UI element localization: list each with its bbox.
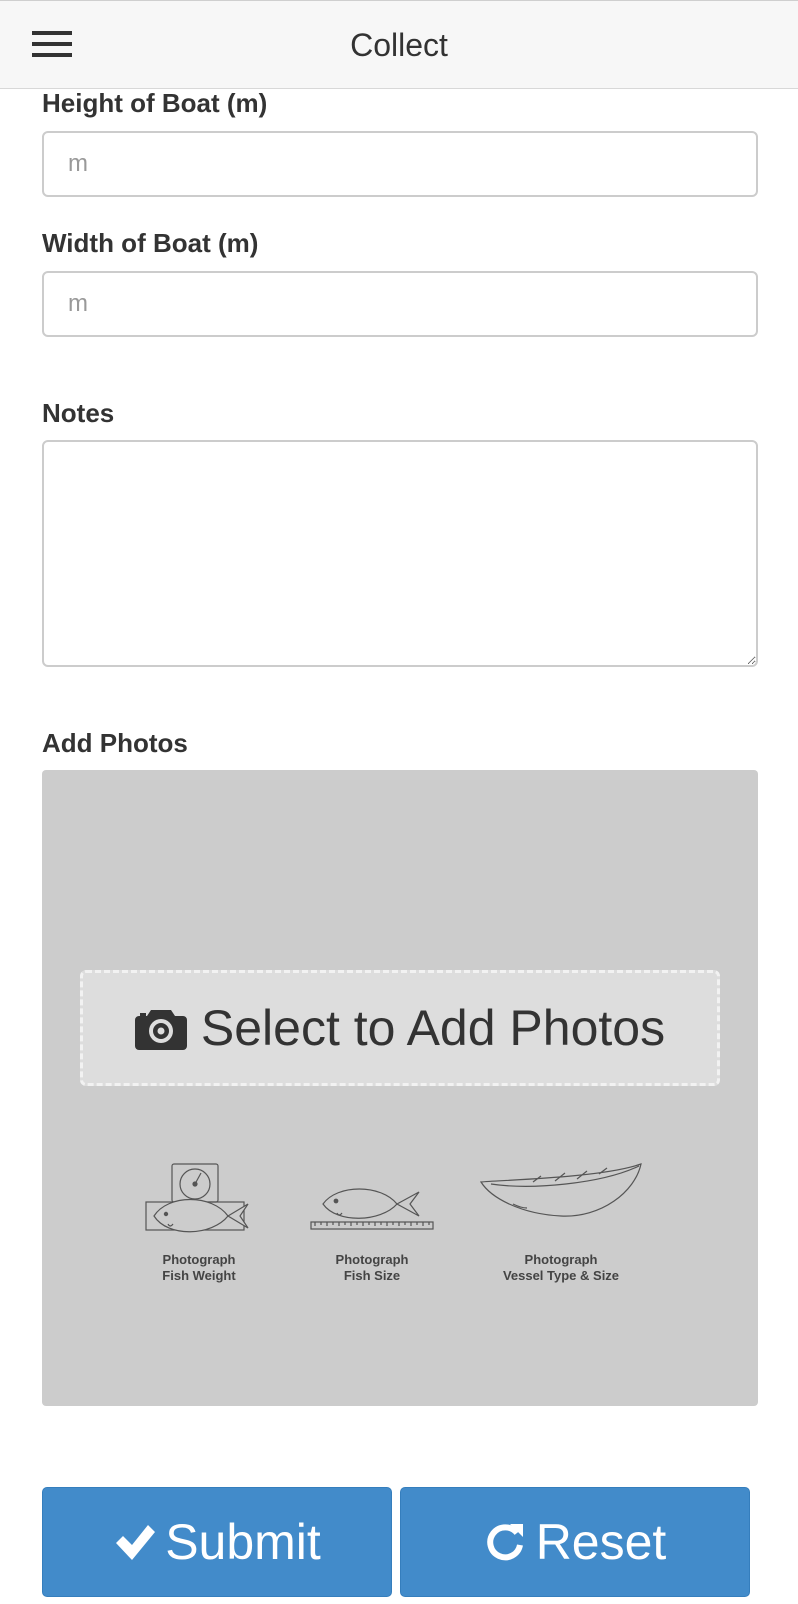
notes-textarea[interactable] <box>42 440 758 667</box>
reset-label: Reset <box>535 1514 667 1570</box>
width-label: Width of Boat (m) <box>42 228 259 258</box>
width-input[interactable] <box>42 271 758 337</box>
height-label: Height of Boat (m) <box>42 88 268 118</box>
reset-button[interactable]: Reset <box>400 1487 750 1597</box>
notes-label: Notes <box>42 398 115 428</box>
select-photos-button[interactable]: Select to Add Photos <box>80 970 720 1086</box>
fish-on-scale-icon <box>145 1163 249 1233</box>
submit-label: Submit <box>165 1514 321 1570</box>
height-input[interactable] <box>42 131 758 197</box>
caption-line1: Photograph <box>524 1252 598 1267</box>
caption-line1: Photograph <box>335 1252 409 1267</box>
fish-on-ruler-icon <box>310 1188 434 1230</box>
photo-drop-area[interactable]: Select to Add Photos Photograph Fish Wei… <box>42 770 758 1406</box>
caption-line2: Vessel Type & Size <box>502 1268 620 1283</box>
boat-icon <box>479 1163 642 1217</box>
illustration-fish-size: Photograph Fish Size <box>300 1160 444 1284</box>
refresh-icon <box>486 1524 523 1561</box>
caption-line2: Fish Size <box>343 1268 401 1283</box>
caption-line2: Fish Weight <box>162 1268 236 1283</box>
illustration-fish-weight: Photograph Fish Weight <box>122 1160 276 1284</box>
checkmark-icon <box>116 1525 156 1560</box>
camera-icon <box>134 1010 187 1050</box>
illustration-vessel: Photograph Vessel Type & Size <box>472 1160 650 1284</box>
page-title: Collect <box>350 27 448 63</box>
add-photos-label: Add Photos <box>42 728 188 758</box>
app-header: Collect <box>0 0 798 89</box>
submit-button[interactable]: Submit <box>42 1487 392 1597</box>
select-photos-label: Select to Add Photos <box>200 1000 666 1056</box>
caption-line1: Photograph <box>162 1252 236 1267</box>
